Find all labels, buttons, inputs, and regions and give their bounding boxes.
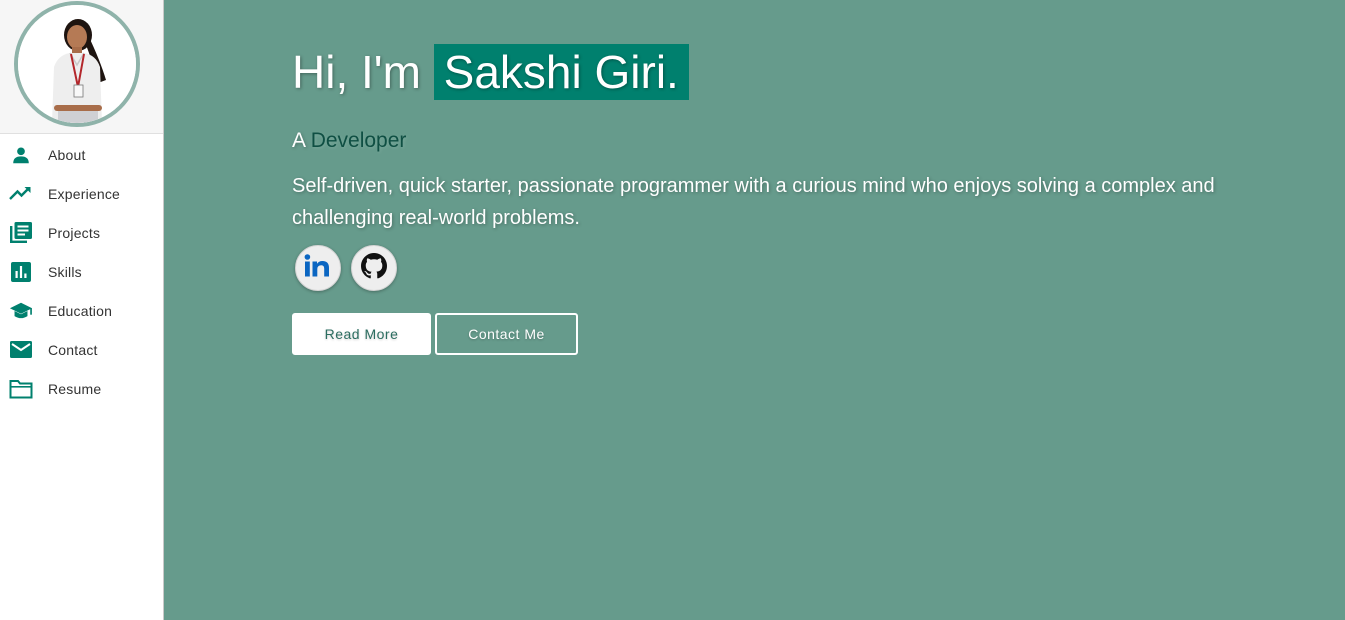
sidebar-item-label: Contact [48,342,98,358]
role-word: Developer [310,129,407,152]
hero-tagline: Self-driven, quick starter, passionate p… [292,175,1215,229]
folder-icon [9,377,33,401]
profile-area [0,0,163,134]
github-button[interactable] [351,245,397,291]
sidebar-item-about[interactable]: About [0,137,163,173]
sidebar-item-label: Education [48,303,113,319]
sidebar-item-skills[interactable]: Skills [0,254,163,290]
read-more-button[interactable]: Read More [292,313,431,355]
hero-name: Sakshi Giri. [433,44,689,100]
list-alt-icon [9,221,33,245]
hero-role: A Developer [292,129,406,153]
sidebar-item-label: Resume [48,381,102,397]
linkedin-icon [304,253,332,283]
hero-greeting: Hi, I'm [292,46,434,98]
sidebar-item-contact[interactable]: Contact [0,332,163,368]
mail-icon [9,338,33,362]
sidebar-item-label: Experience [48,186,121,202]
sidebar: About Experience Projects Skills Educati… [0,0,164,620]
sidebar-item-resume[interactable]: Resume [0,371,163,407]
avatar [14,1,140,127]
sidebar-item-projects[interactable]: Projects [0,215,163,251]
sidebar-item-label: Skills [48,264,82,280]
linkedin-button[interactable] [295,245,341,291]
contact-me-button[interactable]: Contact Me [435,313,578,355]
bar-chart-icon [9,260,33,284]
hero-section: Hi, I'm Sakshi Giri. A Developer Self-dr… [164,0,1345,620]
person-icon [9,143,33,167]
github-icon [361,252,387,284]
trending-up-icon [9,182,33,206]
sidebar-item-experience[interactable]: Experience [0,176,163,212]
role-prefix: A [292,129,311,152]
social-links [295,245,397,291]
hero-heading: Hi, I'm Sakshi Giri. [292,44,689,100]
sidebar-item-education[interactable]: Education [0,293,163,329]
sidebar-item-label: Projects [48,225,101,241]
school-icon [9,299,33,323]
sidebar-item-label: About [48,147,86,163]
